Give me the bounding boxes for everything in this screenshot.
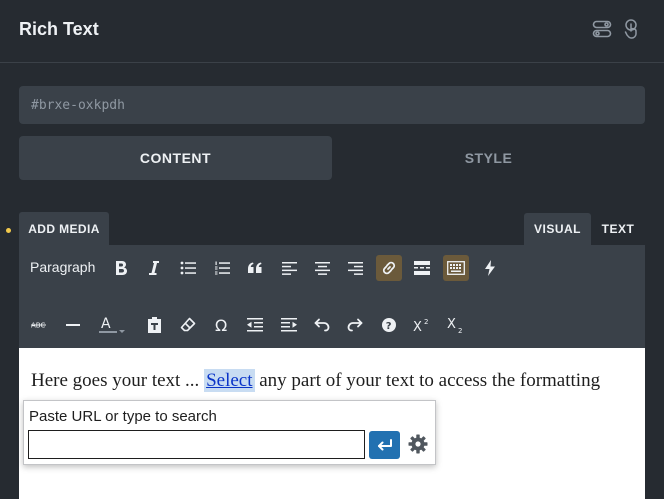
italic-icon[interactable] xyxy=(141,255,167,281)
svg-text:A: A xyxy=(101,316,111,332)
help-icon[interactable]: ? xyxy=(376,312,402,338)
editor-paragraph[interactable]: Here goes your text ... Select any part … xyxy=(31,369,601,392)
svg-text:X: X xyxy=(447,317,456,332)
link-settings-gear-icon[interactable] xyxy=(407,433,429,455)
tab-text[interactable]: TEXT xyxy=(591,213,645,245)
modified-indicator-dot xyxy=(6,228,11,233)
content-text-before: Here goes your text ... xyxy=(31,370,205,391)
svg-text:2: 2 xyxy=(424,318,428,326)
bold-icon[interactable] xyxy=(108,255,134,281)
text-color-icon[interactable]: A xyxy=(95,312,129,338)
editor-toolbar: Paragraph ABC A xyxy=(19,245,645,348)
numbered-list-icon[interactable] xyxy=(209,255,235,281)
apply-link-button[interactable] xyxy=(369,431,400,459)
svg-text:?: ? xyxy=(386,321,392,332)
align-center-icon[interactable] xyxy=(309,255,335,281)
superscript-icon[interactable]: X2 xyxy=(409,312,435,338)
svg-text:2: 2 xyxy=(458,327,462,334)
special-character-icon[interactable]: Ω xyxy=(209,312,235,338)
panel-title: Rich Text xyxy=(19,19,99,39)
paragraph-format-select[interactable]: Paragraph xyxy=(30,259,95,275)
paste-text-icon[interactable] xyxy=(141,312,167,338)
link-popup-label: Paste URL or type to search xyxy=(29,408,217,425)
horizontal-line-icon[interactable] xyxy=(60,312,86,338)
strikethrough-icon[interactable]: ABC xyxy=(26,312,52,338)
subscript-icon[interactable]: X2 xyxy=(443,312,469,338)
content-text-after: any part of your text to access the form… xyxy=(254,370,601,391)
link-popup: Paste URL or type to search xyxy=(23,400,436,465)
outdent-icon[interactable] xyxy=(242,312,268,338)
redo-icon[interactable] xyxy=(342,312,368,338)
element-id-field[interactable] xyxy=(19,86,645,124)
add-media-button[interactable]: ADD MEDIA xyxy=(19,212,109,245)
read-more-icon[interactable] xyxy=(409,255,435,281)
tab-style[interactable]: STYLE xyxy=(332,136,645,180)
toggle-switch-icon[interactable] xyxy=(592,19,612,39)
align-left-icon[interactable] xyxy=(276,255,302,281)
undo-icon[interactable] xyxy=(309,312,335,338)
svg-text:X: X xyxy=(413,320,422,333)
link-icon[interactable] xyxy=(376,255,402,281)
url-search-input[interactable] xyxy=(28,430,365,459)
pointer-hand-icon[interactable] xyxy=(622,19,642,39)
lightning-icon[interactable] xyxy=(477,255,503,281)
indent-icon[interactable] xyxy=(276,312,302,338)
bulleted-list-icon[interactable] xyxy=(175,255,201,281)
clear-formatting-icon[interactable] xyxy=(175,312,201,338)
tab-content[interactable]: CONTENT xyxy=(19,136,332,180)
blockquote-icon[interactable] xyxy=(242,255,268,281)
svg-text:Ω: Ω xyxy=(215,317,227,333)
toolbar-toggle-icon[interactable] xyxy=(443,255,469,281)
tab-visual[interactable]: VISUAL xyxy=(524,213,591,245)
align-right-icon[interactable] xyxy=(342,255,368,281)
selected-link-text[interactable]: Select xyxy=(204,369,255,392)
panel-header: Rich Text xyxy=(0,0,664,63)
